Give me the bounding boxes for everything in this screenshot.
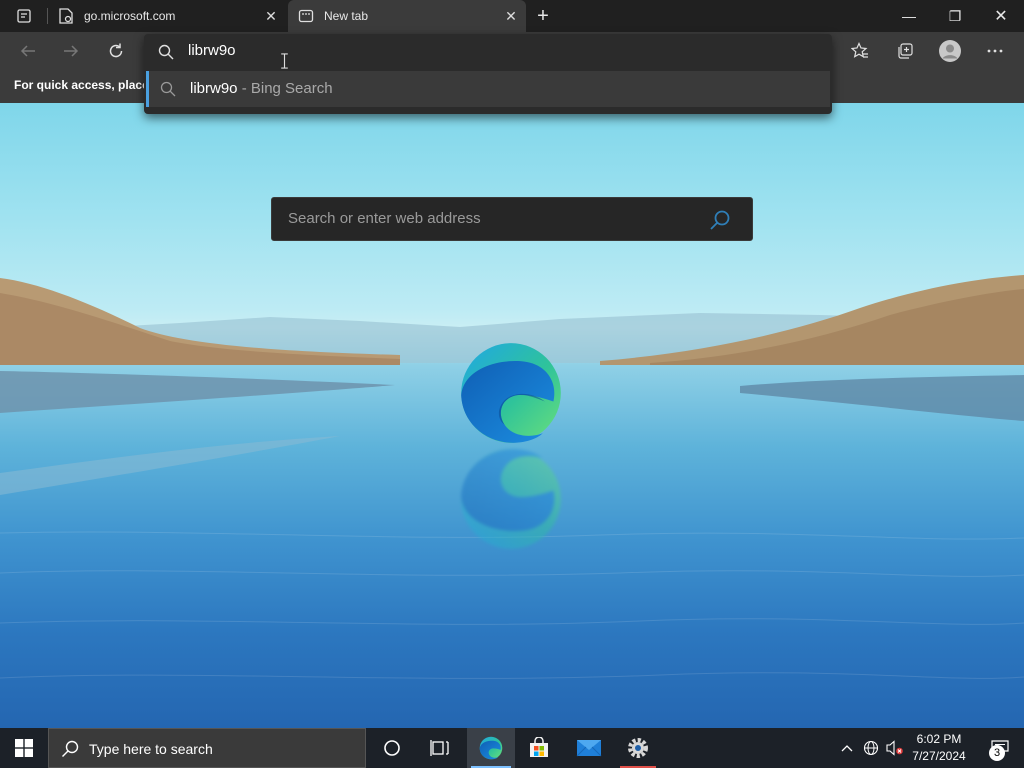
search-icon xyxy=(158,44,174,60)
address-input[interactable]: librw9o xyxy=(188,42,236,59)
refresh-button[interactable] xyxy=(102,37,130,65)
tab-strip: go.microsoft.com ✕ New tab ✕ + — ❐ ✕ xyxy=(0,0,1024,32)
task-view-icon xyxy=(430,740,449,756)
clock-date: 7/27/2024 xyxy=(912,749,966,763)
taskbar-edge[interactable] xyxy=(467,728,515,768)
search-icon xyxy=(62,740,79,757)
ntp-search-box[interactable]: Search or enter web address xyxy=(271,197,753,241)
taskbar-store[interactable] xyxy=(515,728,563,768)
cortana-button[interactable] xyxy=(368,728,416,768)
taskbar-mail[interactable] xyxy=(565,728,613,768)
address-bar[interactable]: librw9o xyxy=(144,34,832,70)
profile-icon xyxy=(939,40,961,62)
forward-icon xyxy=(64,45,79,57)
volume-muted-icon xyxy=(886,740,903,756)
more-icon xyxy=(987,49,1003,53)
taskbar-search-box[interactable]: Type here to search xyxy=(48,728,366,768)
search-suggestion[interactable]: librw9o - Bing Search xyxy=(146,71,830,107)
cortana-icon xyxy=(384,740,400,756)
edge-logo-icon xyxy=(461,343,561,443)
favorites-button[interactable] xyxy=(846,37,874,65)
suggestion-text: librw9o - Bing Search xyxy=(190,80,333,97)
minimize-button[interactable]: — xyxy=(886,0,932,32)
search-icon[interactable] xyxy=(708,208,732,232)
profile-button[interactable] xyxy=(936,37,964,65)
chevron-up-icon xyxy=(841,745,853,752)
mail-icon xyxy=(576,740,602,757)
forward-button[interactable] xyxy=(57,37,85,65)
more-button[interactable] xyxy=(981,37,1009,65)
address-bar-dropdown: librw9o librw9o - Bing Search xyxy=(144,34,832,114)
taskbar-settings[interactable] xyxy=(614,728,662,768)
collections-icon xyxy=(898,43,913,59)
tab-actions-icon xyxy=(17,9,31,23)
globe-icon xyxy=(863,740,879,756)
tray-overflow-button[interactable] xyxy=(836,728,858,768)
network-button[interactable] xyxy=(860,728,882,768)
notification-count-badge: 3 xyxy=(989,745,1005,761)
taskbar-search-placeholder: Type here to search xyxy=(89,741,213,757)
tab-title: go.microsoft.com xyxy=(84,9,176,23)
text-cursor-icon xyxy=(281,53,288,69)
tab-actions-menu[interactable] xyxy=(8,6,40,26)
close-window-button[interactable]: ✕ xyxy=(978,0,1024,32)
taskbar: Type here to search 6:02 PM 7/27/2024 xyxy=(0,728,1024,768)
edge-logo-reflection xyxy=(461,449,561,549)
task-view-button[interactable] xyxy=(416,728,464,768)
back-icon xyxy=(20,45,35,57)
back-button[interactable] xyxy=(14,37,42,65)
tab-new-tab[interactable]: New tab ✕ xyxy=(288,0,526,32)
newtab-icon xyxy=(298,8,314,24)
suggestion-source: - Bing Search xyxy=(237,80,333,97)
start-button[interactable] xyxy=(0,728,48,768)
tab-go-microsoft[interactable]: go.microsoft.com ✕ xyxy=(48,0,286,32)
favorites-icon xyxy=(851,42,868,58)
favorites-bar-hint: For quick access, place y xyxy=(14,78,144,92)
collections-button[interactable] xyxy=(891,37,919,65)
tab-title: New tab xyxy=(324,9,369,23)
restore-button[interactable]: ❐ xyxy=(932,0,978,32)
volume-button[interactable] xyxy=(884,728,906,768)
document-icon xyxy=(58,8,74,24)
new-tab-button[interactable]: + xyxy=(530,4,556,28)
search-icon xyxy=(160,81,176,97)
windows-logo-icon xyxy=(15,739,33,757)
tab-close-icon[interactable]: ✕ xyxy=(500,5,522,27)
ntp-search-input[interactable]: Search or enter web address xyxy=(288,210,481,227)
settings-icon xyxy=(628,738,648,758)
taskbar-clock[interactable]: 6:02 PM 7/27/2024 xyxy=(906,731,972,765)
refresh-icon xyxy=(109,43,123,58)
tab-close-icon[interactable]: ✕ xyxy=(260,5,282,27)
edge-icon xyxy=(479,736,503,760)
suggestion-query: librw9o xyxy=(190,80,238,97)
clock-time: 6:02 PM xyxy=(916,732,962,746)
store-icon xyxy=(530,737,548,757)
